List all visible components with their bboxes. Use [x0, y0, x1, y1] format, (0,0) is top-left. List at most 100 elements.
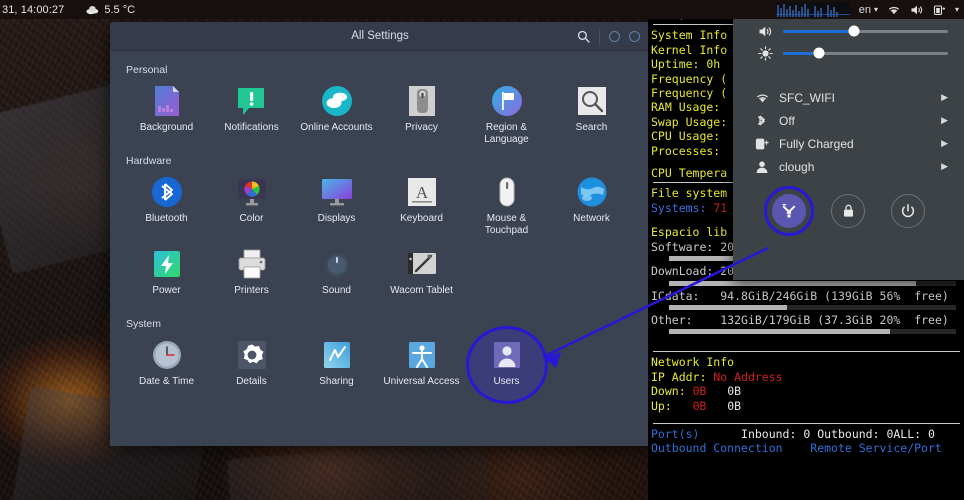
volume-icon[interactable]: [910, 4, 924, 16]
lock-icon: [843, 204, 853, 217]
tile-label: Sound: [322, 285, 351, 296]
ip-label: IP Addr:: [651, 369, 707, 384]
menu-item-label: Fully Charged: [779, 136, 854, 151]
disk-used: 94.8GiB: [720, 288, 769, 303]
menu-item-user[interactable]: clough ▶: [733, 155, 964, 178]
caret-down-icon: ▾: [873, 5, 878, 14]
settings-tile-bluetooth[interactable]: Bluetooth: [124, 169, 209, 241]
power-action-button[interactable]: [891, 194, 926, 228]
ports-label: Port(s): [651, 426, 700, 441]
keyboard-icon: A: [407, 178, 436, 206]
tile-label: Background: [139, 122, 194, 133]
menu-item-label: Off: [779, 113, 795, 128]
menu-item-wifi[interactable]: SFC_WIFI ▶: [733, 86, 964, 109]
bluetooth-icon: [755, 113, 779, 128]
region-language-icon: [491, 86, 522, 116]
conky-network-heading: Network Info: [651, 355, 735, 370]
network-graph-icon[interactable]: [775, 2, 850, 17]
system-status-menu: SFC_WIFI ▶ Off ▶ Fully Charged ▶ clough …: [733, 8, 964, 280]
temperature-label: 5.5 °C: [104, 3, 136, 16]
volume-slider-track[interactable]: [783, 25, 948, 37]
search-icon[interactable]: [577, 30, 590, 43]
settings-tile-users[interactable]: Users: [464, 326, 549, 405]
settings-tile-notifications[interactable]: Notifications: [209, 78, 294, 150]
settings-tile-universal-access[interactable]: Universal Access: [379, 332, 464, 404]
settings-tile-background[interactable]: Background: [124, 78, 209, 150]
menu-item-battery[interactable]: Fully Charged ▶: [733, 132, 964, 155]
details-icon: [237, 341, 266, 369]
window-button-back[interactable]: [609, 30, 620, 42]
menu-item-bluetooth[interactable]: Off ▶: [733, 109, 964, 132]
tile-label: Date & Time: [138, 376, 195, 387]
panel-action-buttons: [733, 186, 964, 236]
battery-icon[interactable]: [933, 4, 946, 16]
settings-tile-power[interactable]: Power: [124, 241, 209, 313]
tile-label: Power: [152, 285, 181, 296]
down-label: Down:: [651, 384, 686, 399]
settings-tile-privacy[interactable]: Privacy: [379, 78, 464, 150]
up-a: 0B: [692, 398, 707, 413]
settings-tile-date-time[interactable]: Date & Time: [124, 332, 209, 404]
conky-ports-row: Port(s) Inbound: 0 Outbound: 0ALL: 0: [651, 427, 964, 441]
settings-action-button[interactable]: [763, 186, 814, 236]
lock-action-button[interactable]: [831, 194, 866, 228]
wifi-icon[interactable]: [887, 4, 901, 16]
language-indicator[interactable]: en ▾: [859, 4, 878, 16]
menu-item-label: SFC_WIFI: [779, 90, 835, 105]
settings-tile-region-language[interactable]: Region & Language: [464, 78, 549, 150]
settings-tile-online-accounts[interactable]: Online Accounts: [294, 78, 379, 150]
window-titlebar: All Settings: [110, 22, 650, 51]
settings-tile-mouse-touchpad[interactable]: Mouse & Touchpad: [464, 169, 549, 241]
tray-caret-down-icon[interactable]: ▾: [955, 5, 959, 14]
printers-icon: [238, 249, 265, 279]
up-b: 0B: [727, 398, 742, 413]
weather-indicator[interactable]: 5.5 °C: [86, 4, 135, 16]
settings-tile-search[interactable]: Search: [549, 78, 634, 150]
settings-tile-sharing[interactable]: Sharing: [294, 332, 379, 404]
date-time-icon: [152, 341, 181, 369]
settings-highlight-ring: [763, 186, 814, 236]
disk-percent: 20%: [879, 312, 901, 327]
top-panel: 31, 14:00:27 5.5 °C en ▾ ▾: [0, 0, 964, 19]
battery-charged-icon: [755, 137, 779, 151]
brightness-slider-row[interactable]: [733, 42, 964, 64]
power-icon: [902, 204, 915, 218]
ip-value: No Address: [713, 369, 783, 384]
conky-up-row: Up: 0B 0B: [651, 399, 964, 413]
brightness-slider-track[interactable]: [783, 47, 948, 59]
conky-disk-row: ICdata: 94.8GiB/246GiB (139GiB 56% free): [651, 288, 949, 303]
volume-slider-row[interactable]: [733, 20, 964, 42]
tile-label: Universal Access: [383, 376, 460, 387]
user-icon: [755, 160, 779, 174]
section-grid-system: Date & Time Details Sharing Universal Ac…: [124, 326, 636, 405]
settings-tile-printers[interactable]: Printers: [209, 241, 294, 313]
remote-service-label: Remote Service/Port: [810, 441, 942, 456]
tile-label: Region & Language: [484, 122, 529, 145]
network-icon: [577, 177, 606, 207]
wacom-tablet-icon: [407, 253, 436, 274]
settings-tile-color[interactable]: Color: [209, 169, 294, 241]
brightness-icon: [755, 45, 775, 61]
window-button-forward[interactable]: [629, 30, 640, 42]
tile-label: Bluetooth: [145, 213, 188, 224]
settings-tile-details[interactable]: Details: [209, 332, 294, 404]
settings-tile-keyboard[interactable]: A Keyboard: [379, 169, 464, 241]
page-title: All Settings: [351, 30, 409, 42]
settings-tile-wacom-tablet[interactable]: Wacom Tablet: [379, 241, 464, 313]
section-heading-personal: Personal: [126, 64, 168, 76]
disk-name: Other:: [651, 312, 693, 327]
volume-slider-knob[interactable]: [848, 25, 860, 37]
section-grid-personal: Background Notifications Online Accounts: [124, 78, 636, 150]
color-icon: [237, 179, 266, 206]
chevron-right-icon: ▶: [941, 138, 948, 148]
clock[interactable]: 31, 14:00:27: [2, 4, 64, 16]
menu-item-label: clough: [779, 159, 815, 174]
disk-total: 179GiB: [768, 312, 811, 327]
brightness-slider-knob[interactable]: [813, 47, 825, 59]
volume-slider-fill: [783, 29, 854, 33]
settings-tile-network[interactable]: Network: [549, 169, 634, 241]
chevron-right-icon: ▶: [941, 92, 948, 102]
settings-tile-sound[interactable]: Sound: [294, 241, 379, 313]
settings-tile-displays[interactable]: Displays: [294, 169, 379, 241]
notifications-icon: [237, 88, 264, 115]
